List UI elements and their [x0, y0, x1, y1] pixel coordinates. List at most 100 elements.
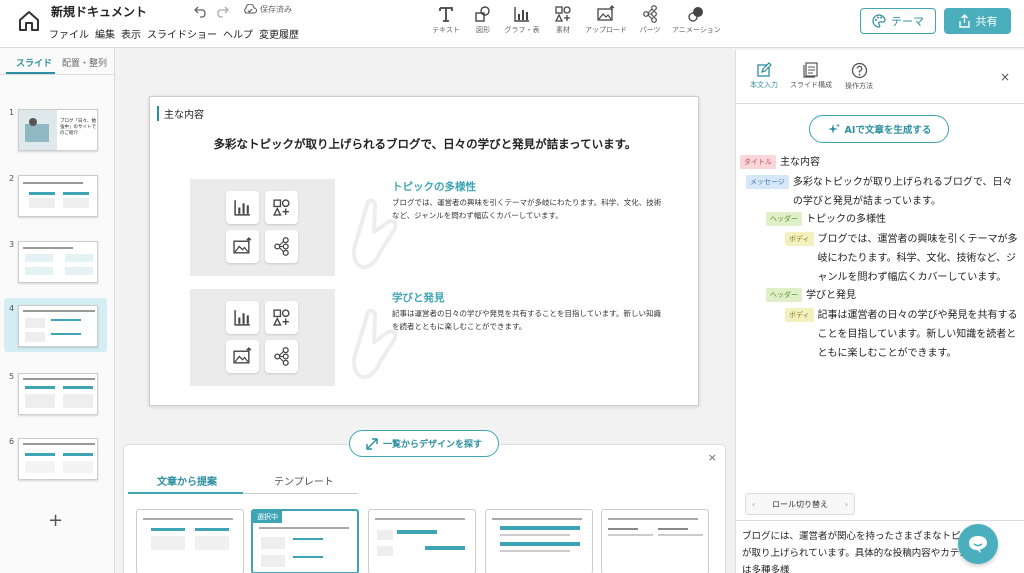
section-1-header[interactable]: トピックの多様性: [392, 179, 476, 194]
cloud-check-icon: [244, 4, 257, 14]
redo-icon[interactable]: [215, 4, 229, 18]
share-button-label: 共有: [975, 15, 998, 28]
slide-preview: [18, 241, 98, 283]
undo-icon[interactable]: [194, 4, 208, 18]
chat-bubble-icon: [969, 536, 987, 553]
home-icon[interactable]: [16, 8, 42, 34]
slide-preview: [18, 373, 98, 415]
slide-number: 4: [9, 304, 15, 313]
layout-option[interactable]: [601, 509, 709, 573]
tabs-divider: [0, 74, 115, 75]
cover-image: [19, 110, 57, 150]
upload-image-icon: [226, 230, 259, 263]
slide-canvas[interactable]: 主な内容 多彩なトピックが取り上げられるブログで、日々の学びと発見が詰まっていま…: [149, 96, 699, 406]
section-1-body[interactable]: ブログでは、運営者の興味を引くテーマが多岐にわたります。科学、文化、技術など、ジ…: [392, 196, 662, 222]
slide-thumbnail-5[interactable]: 5: [4, 366, 107, 420]
layout-option[interactable]: [485, 509, 593, 573]
tool-materials-label: 素材: [556, 26, 570, 34]
section-2-header[interactable]: 学びと発見: [392, 290, 445, 305]
slide-number: 2: [9, 174, 15, 183]
add-slide-button[interactable]: +: [48, 510, 63, 531]
menu-slideshow[interactable]: スライドショー: [147, 26, 217, 41]
slide-preview: [18, 305, 98, 347]
slide-thumbnail-4[interactable]: 4: [4, 298, 107, 352]
tab-instructions-label: 操作方法: [845, 82, 873, 90]
tool-parts[interactable]: パーツ: [626, 5, 674, 35]
share-button[interactable]: 共有: [944, 8, 1011, 34]
tab-slide-structure[interactable]: スライド構成: [786, 62, 836, 90]
slide-thumbnail-6[interactable]: 6: [4, 431, 107, 485]
slide-thumbnail-2[interactable]: 2: [4, 168, 107, 222]
tab-text-input[interactable]: 本文入力: [739, 62, 789, 90]
close-icon[interactable]: ×: [1000, 70, 1010, 84]
parts-icon: [265, 230, 298, 263]
upload-image-icon: [226, 340, 259, 373]
chart-icon: [226, 191, 259, 224]
save-status-label: 保存済み: [260, 5, 292, 14]
outline-item-header[interactable]: ヘッダー 学びと発見: [766, 286, 1020, 305]
role-tag-header: ヘッダー: [766, 288, 802, 302]
chart-icon: [514, 7, 529, 22]
tool-animation[interactable]: アニメーション: [672, 5, 721, 35]
outline-item-body[interactable]: ボディ 記事は運営者の日々の学びや発見を共有することを目指しています。新しい知識…: [785, 306, 1020, 363]
theme-button[interactable]: テーマ: [860, 8, 936, 34]
animation-icon: [688, 7, 703, 22]
outline-text: 主な内容: [780, 157, 820, 168]
tool-parts-label: パーツ: [639, 26, 661, 34]
menu-history[interactable]: 変更履歴: [259, 26, 299, 41]
slide-number: 6: [9, 437, 15, 446]
browse-designs-label: 一覧からデザインを探す: [382, 440, 482, 450]
app-root: 新規ドキュメント 保存済み ファイル 編集 表示 スライドショー ヘルプ 変更履…: [0, 0, 1024, 573]
tab-arrange[interactable]: 配置・整列: [62, 56, 107, 69]
menu-file[interactable]: ファイル: [49, 26, 89, 41]
tab-templates[interactable]: テンプレート: [274, 473, 334, 488]
slide-number: 3: [9, 240, 15, 249]
section-1-image[interactable]: [190, 179, 335, 276]
menu-help[interactable]: ヘルプ: [223, 26, 253, 41]
tool-materials[interactable]: 素材: [539, 5, 587, 35]
slide-message[interactable]: 多彩なトピックが取り上げられるブログで、日々の学びと発見が詰まっています。: [200, 137, 650, 152]
close-icon[interactable]: ×: [708, 451, 717, 464]
save-status: 保存済み: [243, 4, 292, 15]
outline-item-title[interactable]: タイトル 主な内容: [740, 153, 1020, 172]
outline-text: 学びと発見: [806, 290, 856, 301]
materials-icon: [265, 301, 298, 334]
section-2-body[interactable]: 記事は運営者の日々の学びや発見を共有することを目指しています。新しい知識を読者と…: [392, 307, 662, 333]
outline-item-body[interactable]: ボディ ブログでは、運営者の興味を引くテーマが多岐にわたります。科学、文化、技術…: [785, 230, 1020, 287]
layout-option-selected[interactable]: 選択中: [251, 509, 359, 573]
browse-designs-button[interactable]: 一覧からデザインを探す: [349, 430, 499, 457]
tab-instructions[interactable]: 操作方法: [834, 62, 884, 91]
outline-item-message[interactable]: メッセージ 多彩なトピックが取り上げられるブログで、日々の学びと発見が詰まってい…: [746, 173, 1020, 211]
role-switch-button[interactable]: ‹ ロール切り替え ›: [745, 493, 855, 515]
tab-slides[interactable]: スライド: [16, 56, 52, 69]
tool-upload[interactable]: アップロード: [582, 5, 630, 35]
chat-support-button[interactable]: [958, 524, 998, 564]
slide-title[interactable]: 主な内容: [157, 106, 204, 121]
outline-text: 多彩なトピックが取り上げられるブログで、日々の学びと発見が詰まっています。: [792, 177, 1013, 207]
upload-image-icon: [597, 5, 615, 21]
layout-option[interactable]: [368, 509, 476, 573]
slide-canvas-area: 主な内容 多彩なトピックが取り上げられるブログで、日々の学びと発見が詰まっていま…: [116, 48, 734, 438]
layout-option[interactable]: [136, 509, 244, 573]
selected-badge: 選択中: [253, 511, 282, 523]
slide-preview: ブログ「日々、勉強中」のサイトでのご紹介: [18, 109, 98, 151]
menu-view[interactable]: 表示: [121, 26, 141, 41]
tab-text-input-label: 本文入力: [750, 81, 778, 89]
palette-icon: [872, 14, 886, 28]
share-icon: [958, 14, 970, 28]
slide-thumbnail-3[interactable]: 3: [4, 234, 107, 288]
parts-icon: [643, 5, 657, 23]
slide-preview: [18, 175, 98, 217]
section-2-image[interactable]: [190, 289, 335, 386]
outline-item-header[interactable]: ヘッダー トピックの多様性: [766, 210, 1020, 229]
text-input-panel: 本文入力 スライド構成 操作方法 × AIで文章を生成する タイトル 主な内容 …: [735, 50, 1024, 573]
document-title[interactable]: 新規ドキュメント: [51, 3, 147, 20]
slide-thumbnail-1[interactable]: 1 ブログ「日々、勉強中」のサイトでのご紹介: [4, 102, 107, 156]
menu-edit[interactable]: 編集: [95, 26, 115, 41]
tab-suggest-from-text[interactable]: 文章から提案: [157, 473, 217, 488]
notes-text[interactable]: ブログには、運営者が関心を持ったさまざまなトピックが取り上げられています。具体的…: [742, 528, 987, 573]
ai-generate-button[interactable]: AIで文章を生成する: [809, 115, 949, 143]
icon-grid: [226, 301, 302, 373]
help-icon: [851, 62, 867, 79]
outline-text: トピックの多様性: [806, 214, 886, 225]
